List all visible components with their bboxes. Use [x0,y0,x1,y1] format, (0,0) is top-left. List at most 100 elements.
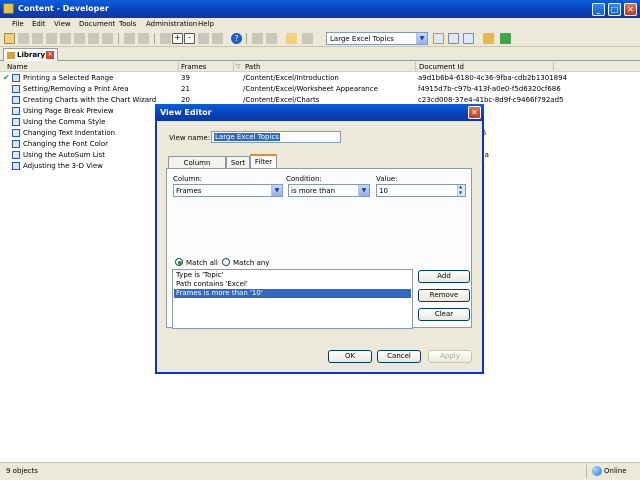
topic-icon [12,129,20,137]
view-name-field[interactable]: Large Excel Topics [211,131,341,143]
help-icon[interactable]: ? [231,33,242,44]
row-path: /Content/Excel/Introduction [243,74,339,82]
send-icon[interactable] [302,33,313,44]
sort-icon: ▽ [236,63,241,70]
dialog-title: View Editor [160,108,212,117]
save-icon[interactable] [32,33,43,44]
column-divider[interactable] [553,62,554,71]
expand-icon[interactable]: + [172,33,183,44]
match-any-label[interactable]: Match any [233,259,269,267]
tab-filter[interactable]: Filter [250,154,277,169]
row-name: Using the Comma Style [23,118,106,126]
toolbar: + - ? Large Excel Topics ▼ [0,30,640,47]
new-icon[interactable] [4,33,15,44]
spinner-arrows-icon[interactable] [457,184,465,196]
condition-select-value: is more than [291,187,336,195]
window-title-bar: Content - Developer _ □ ✕ [0,0,640,18]
menu-bar: File Edit View Document Tools Administra… [0,18,640,30]
status-bar: 9 objects Online [0,462,640,480]
row-frames: 21 [181,85,190,93]
view-select[interactable]: Large Excel Topics ▼ [326,32,428,45]
library-icon [7,52,15,59]
remove-button[interactable]: Remove [418,289,470,302]
cut-icon[interactable] [60,33,71,44]
match-all-label[interactable]: Match all [186,259,218,267]
match-any-radio[interactable] [222,258,230,266]
value-stepper[interactable]: 10 [376,184,466,197]
chevron-down-icon[interactable]: ▼ [358,185,369,196]
folder-up-icon[interactable] [483,33,494,44]
column-divider[interactable] [415,62,416,71]
row-name: Adjusting the 3-D View [23,162,103,170]
menu-file[interactable]: File [12,20,24,28]
delete-icon[interactable] [102,33,113,44]
condition-select[interactable]: is more than ▼ [288,184,370,197]
apply-button[interactable]: Apply [428,350,472,363]
row-name: Changing the Font Color [23,140,108,148]
table-row[interactable]: Setting/Removing a Print Area 21/Content/… [0,84,640,94]
open-icon[interactable] [18,33,29,44]
maximize-icon[interactable]: □ [608,3,621,16]
column-header-frames[interactable]: Frames [181,63,206,71]
refresh-icon[interactable] [212,33,223,44]
tab-column-selection[interactable]: Column Selection [168,156,226,175]
condition-label: Condition: [286,175,322,183]
ok-button[interactable]: OK [328,350,372,363]
clear-button[interactable]: Clear [418,308,470,321]
minimize-icon[interactable]: _ [592,3,605,16]
properties-icon[interactable] [198,33,209,44]
print-icon[interactable] [46,33,57,44]
tab-sort[interactable]: Sort [226,156,250,168]
condition-item[interactable]: Path contains 'Excel' [174,280,411,289]
menu-edit[interactable]: Edit [32,20,46,28]
toolbar-separator [154,33,155,44]
column-divider[interactable] [233,62,234,71]
menu-help[interactable]: Help [198,20,214,28]
topic-icon [12,140,20,148]
paste-icon[interactable] [88,33,99,44]
close-icon[interactable]: ✕ [46,51,54,59]
split-view-icon[interactable] [463,33,474,44]
column-header-name[interactable]: Name [7,63,28,71]
match-all-radio[interactable] [175,258,183,266]
publish-icon[interactable] [286,33,297,44]
column-header-path[interactable]: Path [245,63,260,71]
columns-view-icon[interactable] [448,33,459,44]
column-select[interactable]: Frames ▼ [173,184,283,197]
copy-icon[interactable] [74,33,85,44]
column-header-document-id[interactable]: Document Id [419,63,464,71]
condition-item[interactable]: Type is 'Topic' [174,271,411,280]
menu-administration[interactable]: Administration [146,20,197,28]
undo-icon[interactable] [124,33,135,44]
link-icon[interactable] [252,33,263,44]
menu-tools[interactable]: Tools [119,20,136,28]
conditions-list[interactable]: Type is 'Topic' Path contains 'Excel' Fr… [172,269,413,329]
add-button[interactable]: Add [418,270,470,283]
topic-icon [12,151,20,159]
tab-library[interactable]: Library ✕ [3,48,58,61]
dialog-title-bar: View Editor ✕ [155,104,484,121]
column-divider[interactable] [178,62,179,71]
close-icon[interactable]: ✕ [624,3,637,16]
chevron-down-icon[interactable]: ▼ [271,185,282,196]
condition-item-selected[interactable]: Frames is more than '10' [174,289,411,298]
menu-view[interactable]: View [54,20,71,28]
column-label: Column: [173,175,203,183]
chevron-down-icon[interactable]: ▼ [416,33,427,44]
value-stepper-value: 10 [379,187,388,195]
row-document-id: f4915d7b-c97b-413f-a0e0-f5d6320cf686 [418,85,561,93]
checkmark-icon: ✔ [3,73,10,82]
details-view-icon[interactable] [433,33,444,44]
redo-icon[interactable] [138,33,149,44]
menu-document[interactable]: Document [79,20,115,28]
table-row[interactable]: ✔ Printing a Selected Range 39/Content/Exc… [0,73,640,83]
row-name: Using Page Break Preview [23,107,114,115]
close-icon[interactable]: ✕ [468,106,481,119]
cancel-button[interactable]: Cancel [377,350,421,363]
collapse-icon[interactable]: - [184,33,195,44]
checkout-icon[interactable] [266,33,277,44]
column-select-value: Frames [176,187,202,195]
find-icon[interactable] [160,33,171,44]
view-name-value: Large Excel Topics [214,133,280,141]
sync-icon[interactable] [500,33,511,44]
